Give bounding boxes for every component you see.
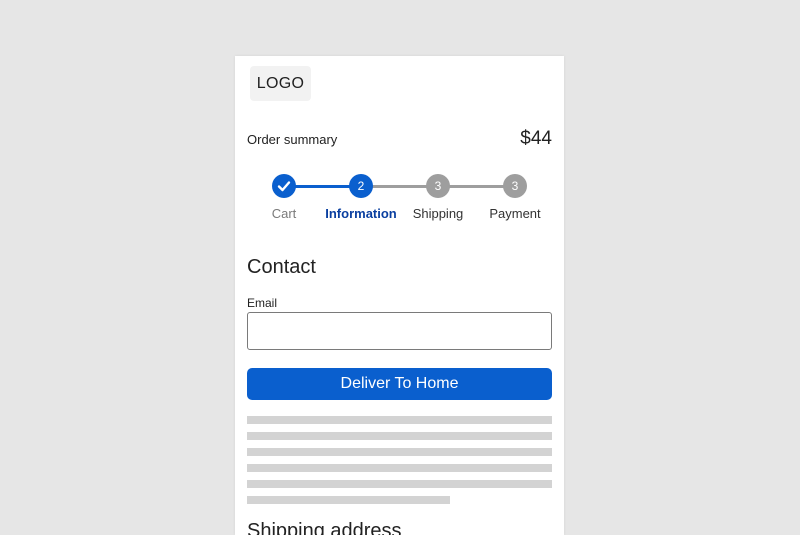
step-payment-circle: 3 [503, 174, 527, 198]
logo: LOGO [250, 66, 311, 101]
step-shipping-label: Shipping [412, 206, 464, 221]
email-field[interactable] [247, 312, 552, 350]
order-summary-label: Order summary [247, 132, 338, 147]
step-shipping[interactable]: 3 Shipping [398, 174, 478, 221]
step-cart-circle [272, 174, 296, 198]
step-information[interactable]: 2 Information [321, 174, 401, 221]
step-payment[interactable]: 3 Payment [475, 174, 555, 221]
check-icon [277, 181, 291, 192]
checkout-panel: LOGO Order summary $44 Cart 2 Informatio… [235, 56, 564, 535]
order-summary[interactable]: Order summary $44 [247, 128, 552, 152]
contact-heading: Contact [247, 256, 316, 278]
placeholder-line [247, 464, 552, 472]
placeholder-line [247, 416, 552, 424]
placeholder-line [247, 496, 450, 504]
step-shipping-circle: 3 [426, 174, 450, 198]
placeholder-line [247, 432, 552, 440]
email-label: Email [247, 296, 278, 310]
checkout-stepper: Cart 2 Information 3 Shipping 3 Payment [235, 174, 564, 226]
step-cart-label: Cart [271, 206, 297, 221]
step-information-label: Information [325, 206, 397, 221]
shipping-address-heading: Shipping address [247, 520, 402, 535]
order-total: $44 [520, 128, 552, 149]
placeholder-line [247, 480, 552, 488]
step-cart[interactable]: Cart [244, 174, 324, 221]
placeholder-line [247, 448, 552, 456]
deliver-to-home-button[interactable]: Deliver To Home [247, 368, 552, 400]
step-information-circle: 2 [349, 174, 373, 198]
step-payment-label: Payment [489, 206, 541, 221]
